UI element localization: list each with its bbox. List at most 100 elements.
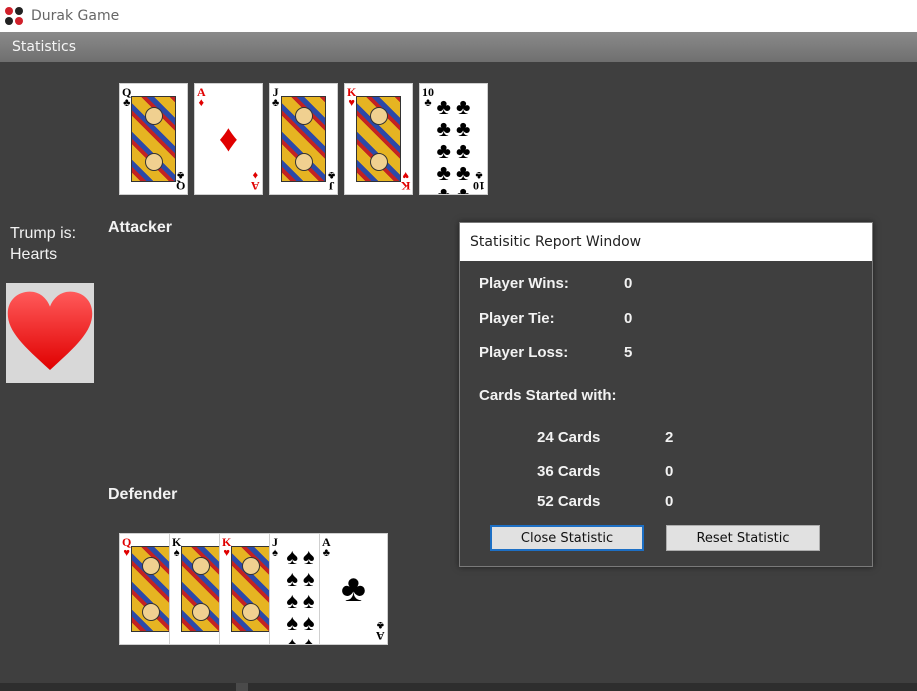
card-rank: K (400, 179, 410, 193)
attacker-label: Attacker (108, 219, 173, 236)
card-suit-icon: ♥ (123, 547, 130, 559)
cards-52-value: 0 (665, 493, 674, 510)
card-pip: ♣ (436, 182, 451, 195)
card-pip: ♠ (302, 544, 315, 569)
ace-center-pip: ♣ (320, 534, 387, 644)
card-corner-index: K♠ (172, 536, 181, 559)
card-pips: ♠ ♠ ♠ ♠ ♠ ♠ ♠ ♠ ♠ ♠ (284, 544, 317, 645)
cards-36-label: 36 Cards (537, 463, 601, 480)
playing-card[interactable]: 10 ♣ 10 ♣ ♣ ♣ ♣ ♣ ♣ ♣ ♣ ♣ ♣ ♣ (419, 83, 488, 195)
card-pip: ♠ (286, 632, 299, 645)
figure-head (294, 153, 313, 171)
playing-card[interactable]: A ♦ A ♦ ♦ (194, 83, 263, 195)
statistic-report-dialog: Statisitic Report Window Player Wins: 0 … (459, 222, 873, 567)
menu-bar: Statistics (0, 32, 917, 62)
figure-head (369, 107, 388, 125)
cards-24-label: 24 Cards (537, 429, 601, 446)
card-pip: ♣ (436, 138, 451, 163)
card-pip: ♣ (436, 116, 451, 141)
card-pip: ♠ (302, 566, 315, 591)
card-corner-index: K♥ (347, 86, 356, 109)
figure-head (191, 603, 210, 621)
dialog-title: Statisitic Report Window (460, 223, 872, 261)
playing-card[interactable]: Q ♣ Q ♣ (119, 83, 188, 195)
trump-label-line1: Trump is: (10, 225, 77, 242)
card-suit-icon: ♥ (223, 547, 230, 559)
figure-head (241, 557, 260, 575)
figure-head (369, 153, 388, 171)
card-suits-app-icon (5, 6, 25, 26)
window-title: Durak Game (31, 8, 120, 24)
card-pip: ♠ (302, 632, 315, 645)
card-suit-icon: ♣ (327, 169, 335, 181)
card-corner-index: K♥ (222, 536, 231, 559)
card-suit-icon: ♥ (348, 97, 355, 109)
playing-card[interactable]: A ♣ A ♣ ♣ (319, 533, 388, 645)
card-corner-index: J ♣ (327, 169, 335, 193)
trump-label-line2: Hearts (10, 246, 58, 263)
figure-head (294, 107, 313, 125)
card-corner-index: J♠ (272, 536, 278, 559)
playing-card[interactable]: J ♣ J ♣ (269, 83, 338, 195)
card-corner-index: K♥ (400, 169, 410, 193)
player-wins-label: Player Wins: (479, 275, 569, 292)
card-suit-icon: ♠ (173, 547, 180, 559)
card-pip: ♣ (456, 182, 471, 195)
reset-statistic-button[interactable]: Reset Statistic (666, 525, 820, 551)
trump-suit-card (6, 283, 94, 383)
card-pip: ♠ (286, 610, 299, 635)
card-suit-icon: ♣ (341, 567, 366, 610)
menu-item-statistics[interactable]: Statistics (0, 39, 88, 55)
cards-24-value: 2 (665, 429, 674, 446)
player-tie-value: 0 (624, 310, 633, 327)
card-suit-icon: ♦ (218, 117, 239, 160)
card-corner-index: J ♣ (272, 86, 279, 109)
figure-head (144, 107, 163, 125)
card-corner-index: Q♥ (122, 536, 131, 559)
figure-head (141, 603, 160, 621)
ace-center-pip: ♦ (195, 84, 262, 194)
player-tie-label: Player Tie: (479, 310, 555, 327)
trump-label: Trump is: Hearts (10, 223, 76, 265)
card-corner-index: 10 ♣ (473, 169, 485, 193)
card-pip: ♠ (302, 610, 315, 635)
bottom-scrollbar (0, 683, 917, 691)
player-loss-label: Player Loss: (479, 344, 569, 361)
card-rank: J (328, 179, 335, 193)
window-titlebar: Durak Game (0, 0, 917, 32)
player-wins-value: 0 (624, 275, 633, 292)
card-pips: ♣ ♣ ♣ ♣ ♣ ♣ ♣ ♣ ♣ ♣ (434, 94, 473, 195)
card-rank: Q (175, 179, 185, 193)
face-card-artwork (131, 96, 176, 182)
card-suit-icon: ♣ (272, 97, 280, 109)
cards-52-label: 52 Cards (537, 493, 601, 510)
playing-card[interactable]: K♥K♥ (344, 83, 413, 195)
card-suit-icon: ♣ (176, 169, 184, 181)
card-suit-icon: ♣ (123, 97, 131, 109)
card-corner-index: Q ♣ (122, 86, 131, 109)
face-card-artwork (231, 546, 270, 632)
player-loss-value: 5 (624, 344, 633, 361)
card-rank: 10 (473, 179, 485, 193)
face-card-artwork (281, 96, 326, 182)
scrollbar-thumb[interactable] (236, 683, 248, 691)
card-pip: ♣ (456, 94, 471, 119)
card-pip: ♣ (436, 94, 451, 119)
face-card-artwork (131, 546, 170, 632)
figure-head (191, 557, 210, 575)
card-pip: ♣ (456, 160, 471, 185)
card-suit-icon: ♠ (272, 547, 278, 559)
card-corner-index: Q ♣ (175, 169, 185, 193)
figure-head (141, 557, 160, 575)
figure-head (144, 153, 163, 171)
defender-label: Defender (108, 486, 178, 503)
card-pip: ♣ (456, 138, 471, 163)
card-suit-icon: ♥ (402, 169, 409, 181)
figure-head (241, 603, 260, 621)
close-statistic-button[interactable]: Close Statistic (490, 525, 644, 551)
heart-icon (7, 291, 93, 370)
card-pip: ♠ (286, 566, 299, 591)
card-pip: ♣ (436, 160, 451, 185)
card-pip: ♠ (302, 588, 315, 613)
card-pip: ♠ (286, 588, 299, 613)
